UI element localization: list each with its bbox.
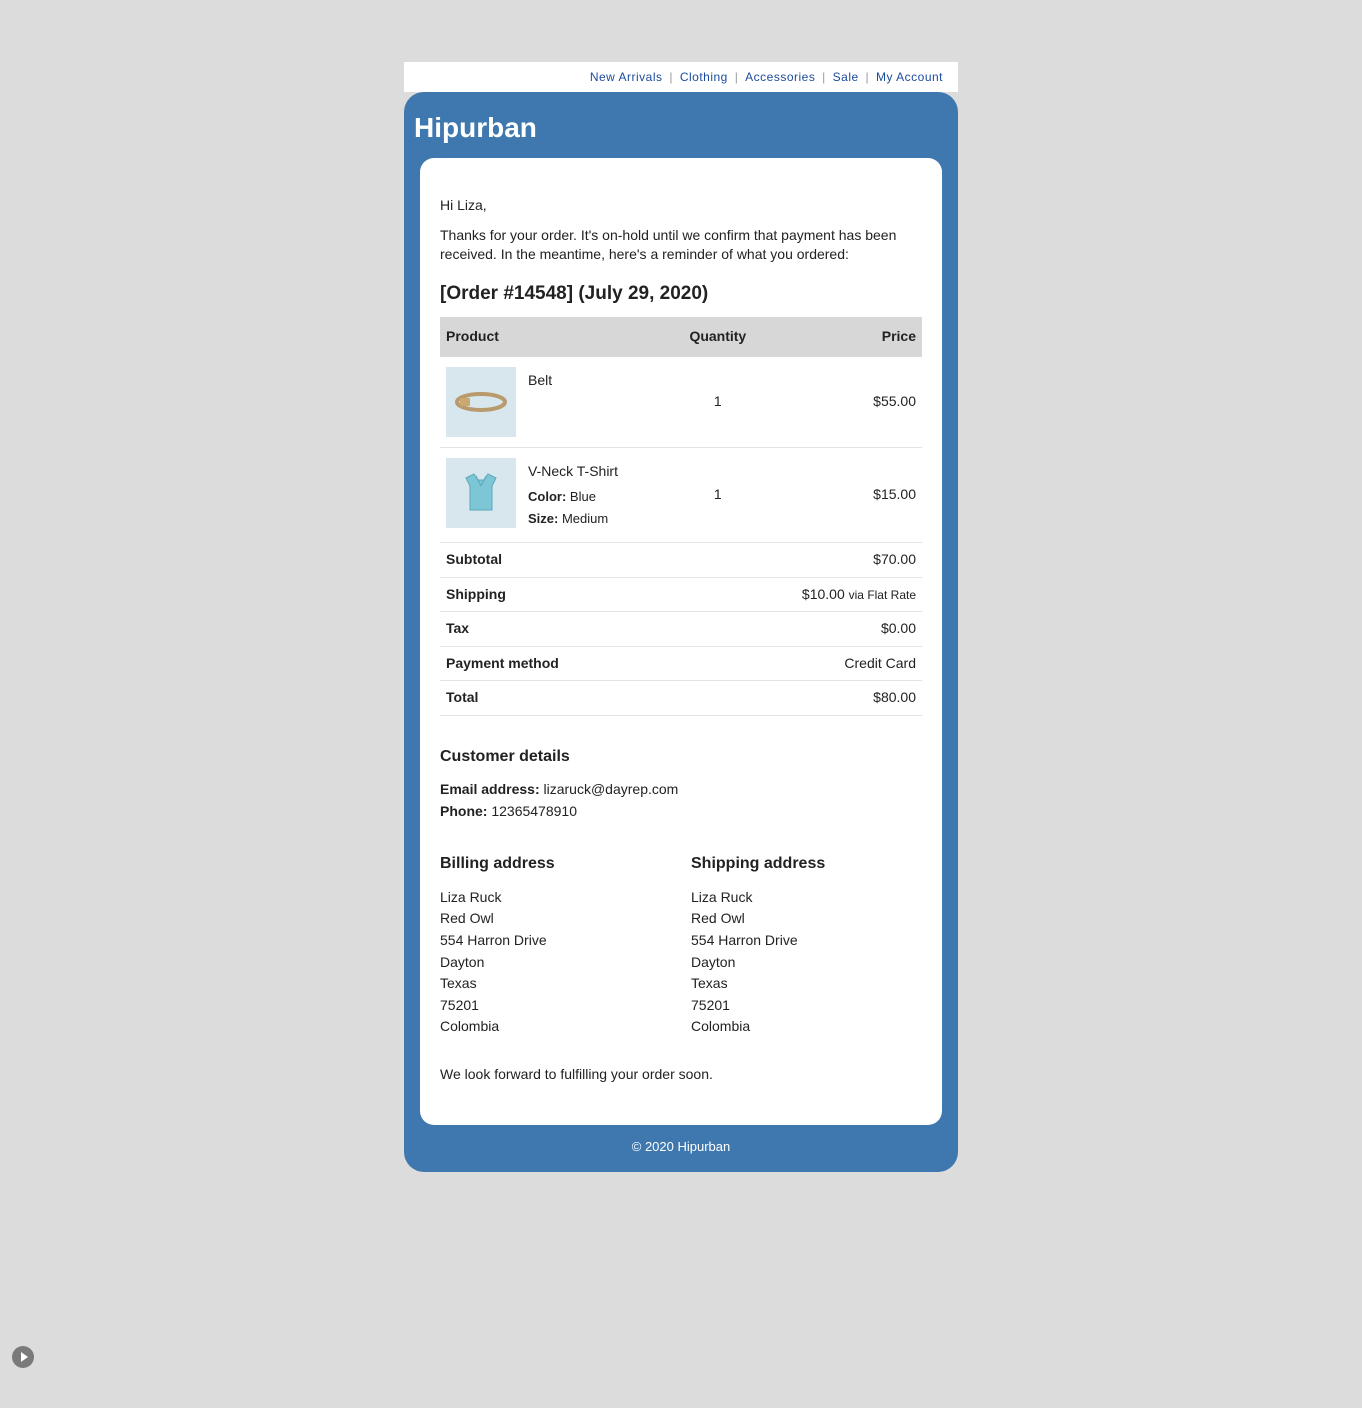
product-image-belt [446,367,516,437]
customer-details-header: Customer details [440,746,922,768]
summary-payment: Payment method Credit Card [440,646,922,681]
product-price: $55.00 [762,357,922,448]
summary-subtotal: Subtotal $70.00 [440,542,922,577]
order-table: Product Quantity Price [440,317,922,716]
greeting: Hi Liza, [440,196,922,216]
nav-link[interactable]: Sale [833,70,859,84]
table-row: Belt 1 $55.00 [440,357,922,448]
nav-bar: New Arrivals | Clothing | Accessories | … [404,62,958,92]
col-product: Product [440,317,674,357]
email-container: New Arrivals | Clothing | Accessories | … [404,62,958,1172]
billing-address: Liza Ruck Red Owl 554 Harron Drive Dayto… [440,888,671,1037]
nav-link[interactable]: Clothing [680,70,728,84]
product-attr: Size: Medium [528,510,618,528]
summary-shipping: Shipping $10.00 via Flat Rate [440,577,922,612]
product-price: $15.00 [762,447,922,542]
nav-link[interactable]: My Account [876,70,943,84]
summary-total: Total $80.00 [440,681,922,716]
nav-link[interactable]: Accessories [745,70,815,84]
customer-phone: Phone: 12365478910 [440,802,922,822]
intro-text: Thanks for your order. It's on-hold unti… [440,226,922,265]
billing-address-header: Billing address [440,853,671,875]
product-name: Belt [528,371,552,391]
product-qty: 1 [674,357,762,448]
card: Hipurban Hi Liza, Thanks for your order.… [404,92,958,1172]
customer-email: Email address: lizaruck@dayrep.com [440,780,922,800]
product-image-tshirt [446,458,516,528]
content-panel: Hi Liza, Thanks for your order. It's on-… [420,158,942,1125]
brand-title: Hipurban [404,92,958,158]
product-attr: Color: Blue [528,488,618,506]
product-name: V-Neck T-Shirt [528,462,618,482]
product-qty: 1 [674,447,762,542]
order-title: [Order #14548] (July 29, 2020) [440,281,922,308]
closing-text: We look forward to fulfilling your order… [440,1065,922,1085]
shipping-address-header: Shipping address [691,853,922,875]
shipping-address: Liza Ruck Red Owl 554 Harron Drive Dayto… [691,888,922,1037]
col-quantity: Quantity [674,317,762,357]
play-icon[interactable] [12,1346,34,1368]
nav-link[interactable]: New Arrivals [590,70,663,84]
footer-text: © 2020 Hipurban [404,1125,958,1154]
summary-tax: Tax $0.00 [440,612,922,647]
col-price: Price [762,317,922,357]
table-row: V-Neck T-Shirt Color: Blue Size: Medium … [440,447,922,542]
